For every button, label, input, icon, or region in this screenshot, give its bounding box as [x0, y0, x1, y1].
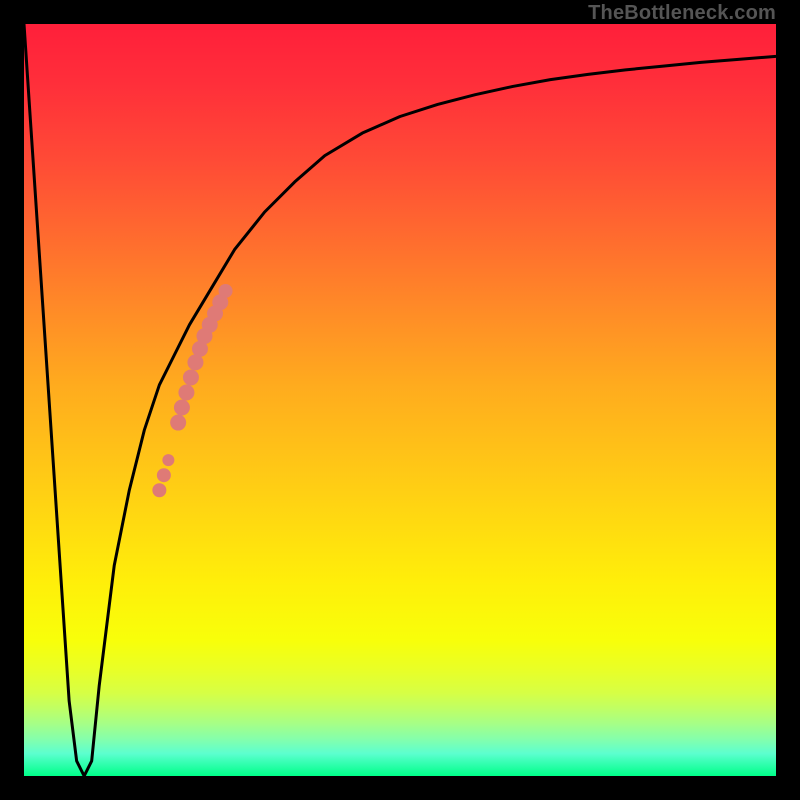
data-markers [152, 284, 232, 497]
data-marker [162, 454, 174, 466]
data-marker [219, 284, 233, 298]
chart-frame: TheBottleneck.com [0, 0, 800, 800]
data-marker [178, 384, 194, 400]
data-marker [170, 415, 186, 431]
curve-path [24, 24, 776, 776]
data-marker [174, 400, 190, 416]
chart-svg [24, 24, 776, 776]
watermark-label: TheBottleneck.com [588, 2, 776, 25]
plot-area [24, 24, 776, 776]
data-marker [152, 483, 166, 497]
data-marker [157, 468, 171, 482]
data-marker [183, 369, 199, 385]
data-marker [187, 354, 203, 370]
bottleneck-curve [24, 24, 776, 776]
